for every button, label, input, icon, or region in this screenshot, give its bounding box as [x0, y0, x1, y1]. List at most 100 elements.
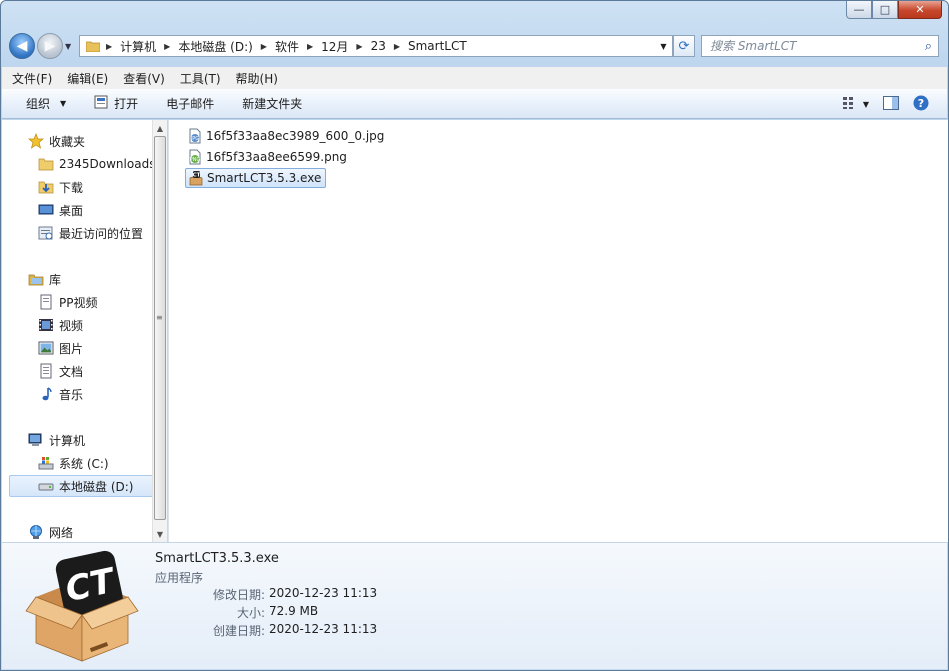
- nav-item-label: 2345Downloads: [59, 157, 152, 171]
- nav-item-label: 文档: [59, 364, 84, 379]
- breadcrumb-23[interactable]: 23: [371, 39, 386, 53]
- open-label: 打开: [114, 97, 139, 111]
- nav-favorites-label: 收藏夹: [49, 134, 86, 149]
- scroll-down-arrow-icon[interactable]: ▼: [153, 526, 167, 542]
- view-controls: ▼ ?: [842, 95, 929, 114]
- details-modified-value[interactable]: 2020-12-23 11:13: [265, 586, 377, 603]
- picture-library-icon: [38, 340, 54, 356]
- nav-item-2345downloads[interactable]: 2345Downloads: [2, 153, 152, 175]
- breadcrumb-smartlct[interactable]: SmartLCT: [408, 39, 467, 53]
- nav-item-videos[interactable]: 视频: [2, 314, 152, 336]
- search-box[interactable]: ⌕: [701, 35, 939, 57]
- svg-text:CT: CT: [193, 173, 201, 179]
- chevron-right-icon[interactable]: ▶: [394, 42, 400, 51]
- new-folder-button[interactable]: 新建文件夹: [242, 95, 302, 112]
- navigation-row: ◀ ▶ ▼ ▶ 计算机 ▶ 本地磁盘 (D:) ▶ 软件 ▶ 12月 ▶ 23 …: [9, 32, 940, 60]
- breadcrumb-december[interactable]: 12月: [321, 38, 348, 55]
- chevron-right-icon[interactable]: ▶: [261, 42, 267, 51]
- chevron-down-icon: ▼: [60, 99, 67, 108]
- details-created-label: 创建日期:: [212, 624, 265, 638]
- nav-item-label: 图片: [59, 341, 84, 356]
- nav-item-pp-video[interactable]: PP视频: [2, 291, 152, 313]
- menu-edit[interactable]: 编辑(E): [67, 70, 108, 87]
- nav-item-recent-places[interactable]: 最近访问的位置: [2, 222, 152, 244]
- breadcrumb-drive-d[interactable]: 本地磁盘 (D:): [178, 38, 252, 55]
- preview-pane-button[interactable]: [883, 96, 899, 113]
- details-size-row: 大小: 72.9 MB: [155, 604, 455, 621]
- nav-computer[interactable]: 计算机: [2, 429, 152, 451]
- nav-computer-label: 计算机: [49, 433, 86, 448]
- nav-network-label: 网络: [49, 525, 74, 540]
- nav-item-pictures[interactable]: 图片: [2, 337, 152, 359]
- search-icon[interactable]: ⌕: [925, 39, 932, 54]
- close-button[interactable]: ✕: [898, 1, 942, 19]
- details-modified-label: 修改日期:: [212, 588, 265, 602]
- back-arrow-icon: ◀: [16, 38, 28, 54]
- menu-bar: 文件(F) 编辑(E) 查看(V) 工具(T) 帮助(H): [2, 67, 947, 89]
- video-library-icon: [38, 317, 54, 333]
- help-button[interactable]: ?: [913, 95, 929, 114]
- organize-label: 组织: [26, 97, 51, 111]
- menu-view[interactable]: 查看(V): [123, 70, 165, 87]
- list-item[interactable]: PNG 16f5f33aa8ee6599.png: [185, 147, 351, 167]
- nav-item-desktop[interactable]: 桌面: [2, 199, 152, 221]
- back-button[interactable]: ◀: [9, 33, 35, 59]
- folder-icon: [38, 156, 54, 172]
- nav-item-downloads[interactable]: 下载: [2, 176, 152, 198]
- nav-favorites[interactable]: 收藏夹: [2, 130, 152, 152]
- nav-item-label: 系统 (C:): [59, 456, 109, 471]
- refresh-button[interactable]: ⟳: [673, 35, 695, 57]
- menu-help[interactable]: 帮助(H): [236, 70, 278, 87]
- svg-text:?: ?: [918, 97, 924, 110]
- open-icon: [94, 95, 108, 112]
- nav-item-label: 桌面: [59, 203, 84, 218]
- chevron-right-icon[interactable]: ▶: [164, 42, 170, 51]
- organize-button[interactable]: 组织 ▼: [26, 95, 66, 112]
- navigation-scrollbar[interactable]: ▲ ≡ ▼: [152, 120, 167, 542]
- list-item[interactable]: JPG 16f5f33aa8ec3989_600_0.jpg: [185, 126, 388, 146]
- command-bar: 组织 ▼ 打开 电子邮件 新建文件夹 ▼ ?: [2, 89, 947, 119]
- file-name: 16f5f33aa8ec3989_600_0.jpg: [206, 129, 385, 143]
- breadcrumb-software[interactable]: 软件: [275, 38, 299, 55]
- nav-item-local-disk-d[interactable]: 本地磁盘 (D:): [9, 475, 152, 497]
- file-list: JPG 16f5f33aa8ec3989_600_0.jpg PNG 16f5f…: [168, 120, 948, 542]
- open-button[interactable]: 打开: [94, 95, 138, 112]
- scrollbar-thumb[interactable]: [154, 136, 166, 520]
- details-created-value[interactable]: 2020-12-23 11:13: [265, 622, 377, 639]
- menu-file[interactable]: 文件(F): [12, 70, 52, 87]
- menu-tools[interactable]: 工具(T): [180, 70, 221, 87]
- jpg-file-icon: JPG: [187, 128, 203, 144]
- nav-item-label: 下载: [59, 180, 84, 195]
- star-icon: [28, 133, 44, 149]
- chevron-right-icon[interactable]: ▶: [106, 42, 112, 51]
- email-label: 电子邮件: [166, 97, 215, 111]
- minimize-button[interactable]: —: [846, 1, 872, 19]
- nav-item-system-c[interactable]: 系统 (C:): [2, 452, 152, 474]
- details-size-label: 大小:: [236, 606, 265, 620]
- network-icon: [28, 524, 44, 540]
- search-input[interactable]: [708, 38, 925, 54]
- nav-item-label: 最近访问的位置: [59, 226, 144, 241]
- recent-places-icon: [38, 225, 54, 241]
- email-button[interactable]: 电子邮件: [166, 95, 214, 112]
- explorer-window: — □ ✕ ◀ ▶ ▼ ▶ 计算机 ▶ 本地磁盘 (D:) ▶ 软件 ▶ 12月…: [0, 0, 949, 671]
- nav-item-music[interactable]: 音乐: [2, 383, 152, 405]
- chevron-right-icon[interactable]: ▶: [307, 42, 313, 51]
- maximize-button[interactable]: □: [872, 1, 898, 19]
- list-item[interactable]: CT SmartLCT3.5.3.exe: [185, 168, 327, 188]
- nav-network[interactable]: 网络: [2, 521, 152, 542]
- nav-libraries[interactable]: 库: [2, 268, 152, 290]
- breadcrumb-computer[interactable]: 计算机: [120, 38, 156, 55]
- file-name: 16f5f33aa8ee6599.png: [206, 150, 347, 164]
- hard-drive-icon: [38, 478, 54, 494]
- change-view-button[interactable]: ▼: [842, 97, 869, 112]
- recent-pages-dropdown[interactable]: ▼: [65, 42, 71, 51]
- nav-item-documents[interactable]: 文档: [2, 360, 152, 382]
- forward-button[interactable]: ▶: [37, 33, 63, 59]
- address-bar[interactable]: ▶ 计算机 ▶ 本地磁盘 (D:) ▶ 软件 ▶ 12月 ▶ 23 ▶ Smar…: [79, 35, 659, 57]
- chevron-right-icon[interactable]: ▶: [356, 42, 362, 51]
- scroll-up-arrow-icon[interactable]: ▲: [153, 120, 167, 136]
- svg-text:PNG: PNG: [190, 157, 201, 163]
- png-file-icon: PNG: [187, 149, 203, 165]
- address-dropdown-button[interactable]: ▼: [655, 35, 673, 57]
